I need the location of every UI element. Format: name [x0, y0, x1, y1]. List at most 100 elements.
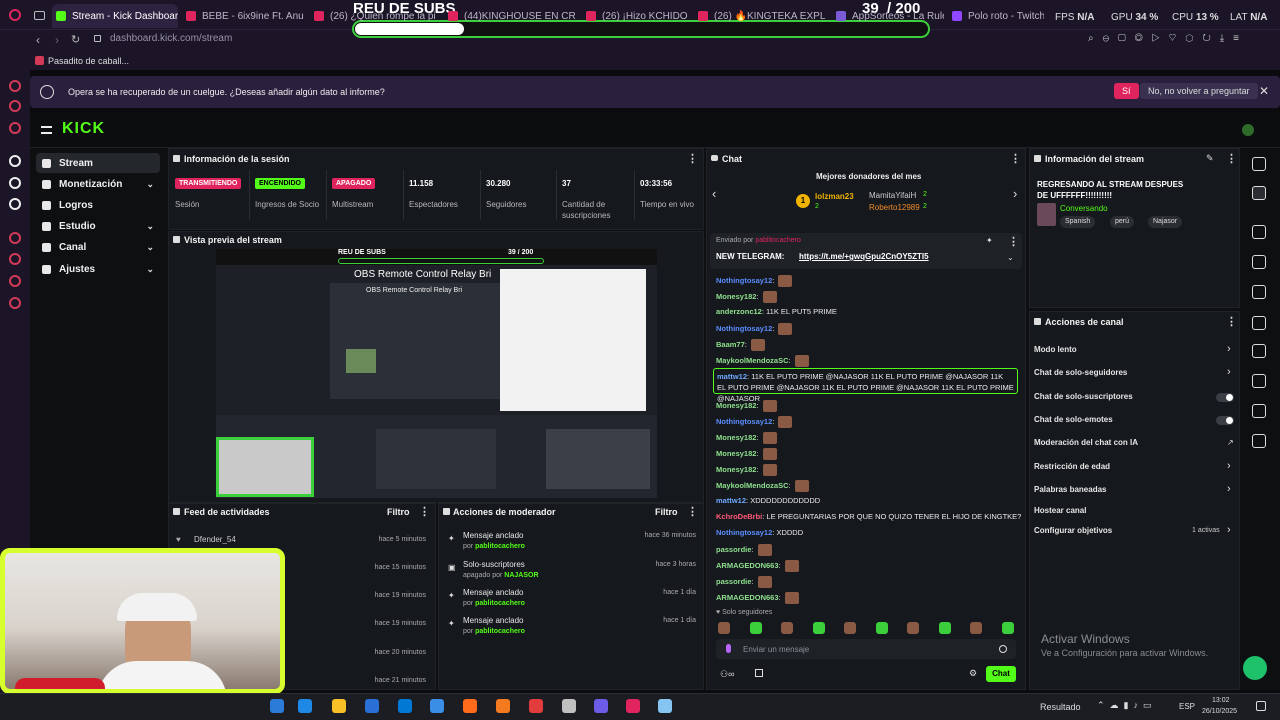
start-icon[interactable]: [270, 699, 284, 713]
sidebar-item-monetizacin[interactable]: Monetización ⌄: [36, 174, 160, 194]
opera-logo-icon[interactable]: [9, 9, 21, 21]
donor-1-name[interactable]: lolzman23: [815, 192, 854, 201]
sidebar-whatsapp-icon[interactable]: [9, 100, 21, 112]
chat-username[interactable]: mattw12: [716, 496, 746, 505]
emote-quick-icon[interactable]: [812, 622, 825, 634]
sidebar-item-ajustes[interactable]: Ajustes ⌄: [36, 259, 160, 279]
pinned-menu-icon[interactable]: ⋮: [1008, 235, 1019, 248]
emote-quick-icon[interactable]: [875, 622, 888, 634]
browser-tab[interactable]: (26) ¡Hizo KCHIDO: [582, 4, 690, 28]
browser-tab[interactable]: Polo roto - Twitch: [948, 4, 1044, 28]
menu-icon[interactable]: [41, 126, 52, 134]
taskbar-app-icon[interactable]: [365, 699, 379, 713]
edit-icon[interactable]: ✎: [1206, 153, 1214, 164]
rail-tool-icon[interactable]: [1252, 157, 1266, 171]
chevron-right-icon[interactable]: ›: [1227, 343, 1231, 355]
chat-username[interactable]: ARMAGEDON663: [716, 593, 779, 602]
chat-username[interactable]: Nothingtosay12: [716, 417, 772, 426]
chevron-down-icon[interactable]: ⌄: [146, 221, 154, 232]
channel-action-chat-de-solo-seguidores[interactable]: Chat de solo-seguidores: [1034, 368, 1127, 377]
chat-username[interactable]: Nothingtosay12: [716, 324, 772, 333]
emote-quick-icon[interactable]: [781, 622, 793, 634]
chat-settings-icon[interactable]: ⚙: [969, 668, 977, 679]
pinned-link[interactable]: https://t.me/+gwqGpu2CnOY5ZTI5: [799, 252, 929, 261]
language-indicator[interactable]: ESP: [1179, 702, 1195, 711]
taskbar-app-icon[interactable]: [626, 699, 640, 713]
rail-tool-icon[interactable]: [1252, 404, 1266, 418]
tab-list-icon[interactable]: [34, 11, 45, 20]
chat-username[interactable]: KchroDeBrbi: [716, 512, 762, 521]
taskbar-app-icon[interactable]: [298, 699, 312, 713]
chat-username[interactable]: passordie: [716, 545, 751, 554]
channel-action-chat-de-solo-suscriptores[interactable]: Chat de solo-suscriptores: [1034, 392, 1133, 401]
taskbar-app-icon[interactable]: [496, 699, 510, 713]
reload-icon[interactable]: ↻: [71, 33, 80, 46]
clock-date[interactable]: 26/10/2025: [1202, 708, 1237, 715]
mod-by-user[interactable]: pablitocachero: [475, 543, 525, 550]
rail-tool-icon[interactable]: [1252, 434, 1266, 448]
chevron-right-icon[interactable]: ›: [1227, 524, 1231, 536]
browser-tab[interactable]: (26) 🔥KINGTEKA EXPL: [694, 4, 828, 28]
chat-username[interactable]: Nothingtosay12: [716, 528, 772, 537]
sidebar-settings-icon[interactable]: [9, 297, 21, 309]
browser-tab[interactable]: AppSorteos - La Ruleta: [832, 4, 944, 28]
emoji-icon[interactable]: [999, 645, 1007, 653]
chat-username[interactable]: Nothingtosay12: [716, 276, 772, 285]
taskbar-app-icon[interactable]: [332, 699, 346, 713]
feed-filter-button[interactable]: Filtro: [387, 507, 410, 517]
donors-next-icon[interactable]: ›: [1013, 186, 1017, 201]
channel-action-chat-de-solo-emotes[interactable]: Chat de solo-emotes: [1034, 415, 1113, 424]
chat-username[interactable]: passordie: [716, 577, 751, 586]
sidebar-messenger-icon[interactable]: [9, 80, 21, 92]
browser-tab[interactable]: Stream - Kick Dashboard: [52, 4, 178, 28]
bookmark-item[interactable]: Pasadito de caball...: [48, 56, 129, 66]
chat-username[interactable]: Monesy182: [716, 465, 756, 474]
chat-username[interactable]: Monesy182: [716, 449, 756, 458]
emote-quick-icon[interactable]: [1001, 622, 1014, 634]
emote-quick-icon[interactable]: [907, 622, 919, 634]
taskbar-app-icon[interactable]: [430, 699, 444, 713]
rail-tool-icon[interactable]: [1252, 255, 1266, 269]
emote-quick-icon[interactable]: [749, 622, 762, 634]
pin-icon[interactable]: ✦: [986, 236, 993, 245]
channel-action-hostear-canal[interactable]: Hostear canal: [1034, 506, 1086, 515]
chat-username[interactable]: anderzonc12: [716, 307, 762, 316]
user-avatar[interactable]: [1242, 124, 1254, 136]
donor-3-name[interactable]: Roberto12989: [869, 203, 920, 212]
emote-quick-icon[interactable]: [718, 622, 730, 634]
taskbar-app-icon[interactable]: [562, 699, 576, 713]
sidebar-history-icon[interactable]: [9, 253, 21, 265]
chat-username[interactable]: Monesy182: [716, 433, 756, 442]
chat-username[interactable]: Monesy182: [716, 401, 756, 410]
stream-info-menu-icon[interactable]: ⋮: [1226, 152, 1237, 165]
chevron-down-icon[interactable]: ⌄: [146, 264, 154, 275]
browser-tab[interactable]: BEBE - 6ix9ine Ft. Anuel: [182, 4, 304, 28]
emote-quick-icon[interactable]: [938, 622, 951, 634]
rail-tool-icon[interactable]: [1252, 285, 1266, 299]
chevron-right-icon[interactable]: ›: [1227, 460, 1231, 472]
chevron-down-icon[interactable]: ⌄: [146, 179, 154, 190]
sidebar-item-estudio[interactable]: Estudio ⌄: [36, 216, 160, 236]
sidebar-twitch-icon[interactable]: [9, 177, 21, 189]
stream-preview-video[interactable]: REU DE SUBS 39 / 200 OBS Remote Control …: [216, 249, 657, 498]
chevron-right-icon[interactable]: ›: [1227, 366, 1231, 378]
browser-tab[interactable]: (44)KINGHOUSE EN CR: [444, 4, 578, 28]
url-field[interactable]: dashboard.kick.com/stream: [110, 33, 232, 44]
feed-menu-icon[interactable]: ⋮: [419, 505, 430, 518]
infobar-close-icon[interactable]: ✕: [1259, 84, 1269, 98]
taskbar-app-icon[interactable]: [658, 699, 672, 713]
category-name[interactable]: Conversando: [1060, 204, 1108, 213]
chat-gift-icon[interactable]: [755, 669, 763, 677]
rail-tool-icon[interactable]: [1252, 316, 1266, 330]
forward-icon[interactable]: ›: [55, 33, 59, 47]
sidebar-item-stream[interactable]: Stream: [36, 153, 160, 173]
tag-chip[interactable]: Spanish: [1060, 216, 1096, 228]
kick-logo[interactable]: KICK: [62, 120, 105, 138]
mod-by-user[interactable]: pablitocachero: [475, 628, 525, 635]
rail-tool-icon[interactable]: [1252, 225, 1266, 239]
taskbar-app-icon[interactable]: [463, 699, 477, 713]
taskbar-app-icon[interactable]: [594, 699, 608, 713]
browser-tab[interactable]: (26) ¿Quien rompe la pi: [310, 4, 440, 28]
chat-username[interactable]: Baam77: [716, 340, 745, 349]
session-menu-icon[interactable]: ⋮: [687, 152, 698, 165]
